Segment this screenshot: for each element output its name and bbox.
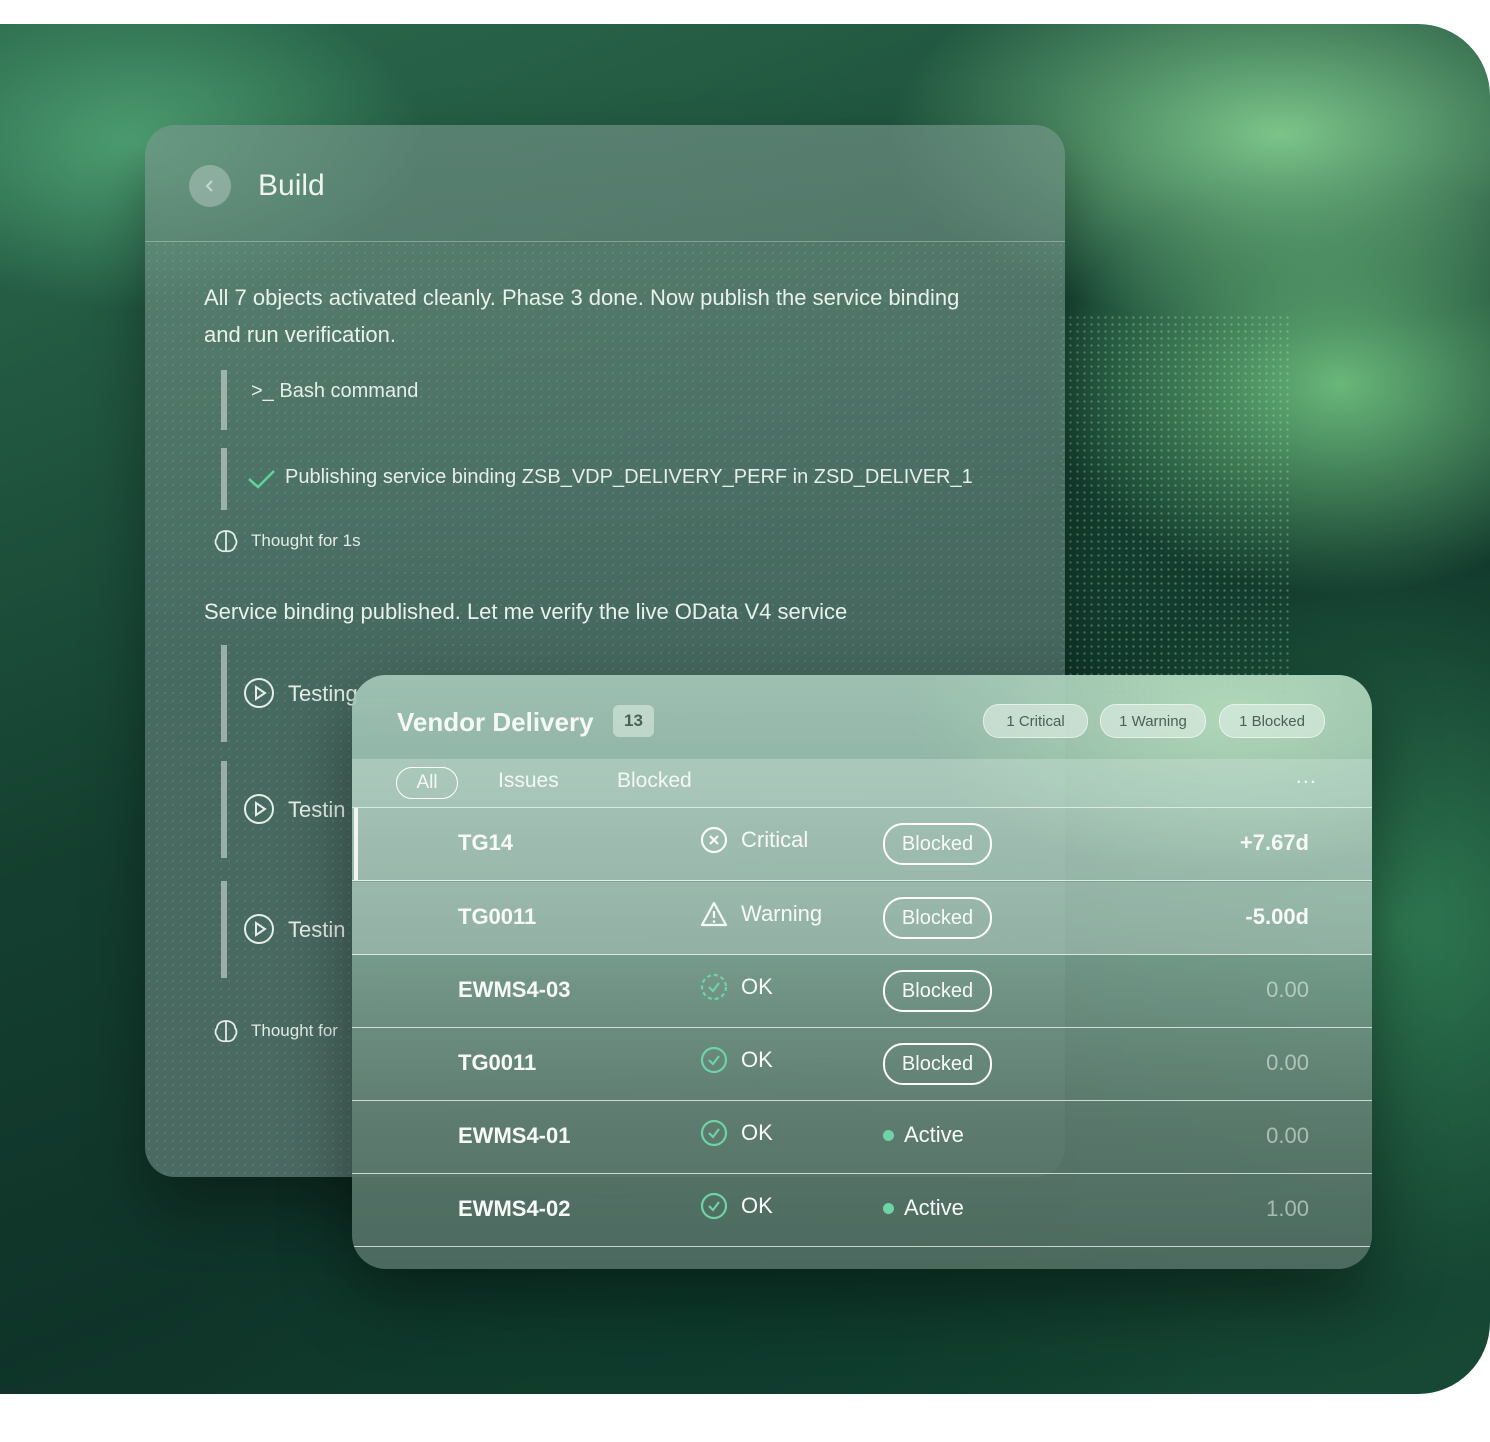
tab-issues[interactable]: Issues bbox=[498, 769, 559, 793]
active-dot-icon bbox=[883, 1129, 894, 1141]
row-value: 1.00 bbox=[1266, 1196, 1309, 1221]
state-label: Active bbox=[904, 1122, 964, 1147]
step-testing-3[interactable]: Testin bbox=[221, 881, 345, 978]
page-title: Build bbox=[258, 169, 325, 202]
filter-tab-bar: All Issues Blocked ... bbox=[352, 759, 1372, 808]
row-status: OK bbox=[700, 973, 773, 1001]
state-badge: Blocked bbox=[883, 897, 992, 939]
chevron-left-icon bbox=[205, 180, 213, 192]
state-active: Active bbox=[883, 1122, 964, 1148]
state-active: Active bbox=[883, 1195, 964, 1221]
row-status: OK bbox=[700, 1192, 773, 1220]
step-testing-3-label: Testin bbox=[288, 917, 346, 942]
vendor-delivery-panel: Vendor Delivery 13 1 Critical 1 Warning … bbox=[352, 675, 1372, 1269]
row-id: TG0011 bbox=[458, 1050, 537, 1075]
blocked-count-pill[interactable]: 1 Blocked bbox=[1219, 704, 1325, 738]
thought-label-2: Thought for bbox=[251, 1021, 338, 1040]
warning-count-pill[interactable]: 1 Warning bbox=[1100, 704, 1206, 738]
play-circle-icon bbox=[244, 914, 274, 944]
check-circle-icon bbox=[700, 1119, 728, 1147]
row-value: +7.67d bbox=[1239, 830, 1309, 855]
step-publish-label: Publishing service binding ZSB_VDP_DELIV… bbox=[285, 466, 973, 488]
table-row[interactable]: EWMS4-01 OK Active 0.00 bbox=[352, 1101, 1372, 1174]
x-circle-icon bbox=[700, 826, 728, 854]
check-circle-icon bbox=[700, 1192, 728, 1220]
table-row[interactable]: EWMS4-03 OK Blocked 0.00 bbox=[352, 955, 1372, 1028]
table-row[interactable]: EWMS4-02 OK Active 1.00 bbox=[352, 1174, 1372, 1247]
step-testing-2-label: Testin bbox=[288, 797, 346, 822]
tab-all[interactable]: All bbox=[396, 767, 458, 799]
background-canvas: Build All 7 objects activated cleanly. P… bbox=[0, 24, 1490, 1394]
warning-triangle-icon bbox=[700, 901, 728, 927]
play-circle-icon bbox=[244, 794, 274, 824]
step-testing-1[interactable]: Testing bbox=[221, 645, 358, 742]
row-status-label: OK bbox=[741, 1193, 773, 1218]
row-status-label: Critical bbox=[741, 827, 809, 852]
table-row[interactable]: TG14 Critical Blocked +7.67d bbox=[352, 808, 1372, 881]
row-value: 0.00 bbox=[1266, 1123, 1309, 1148]
state-label: Active bbox=[904, 1195, 964, 1220]
brain-icon bbox=[214, 1020, 238, 1043]
check-circle-icon bbox=[700, 973, 728, 1001]
build-header: Build bbox=[145, 125, 1065, 242]
row-status-label: OK bbox=[741, 1047, 773, 1072]
step-bash[interactable]: >_ Bash command bbox=[221, 370, 418, 430]
row-status-label: OK bbox=[741, 974, 773, 999]
row-selection-indicator bbox=[354, 808, 358, 880]
table-row[interactable]: TG0011 OK Blocked 0.00 bbox=[352, 1028, 1372, 1101]
thought-row-2[interactable]: Thought for bbox=[213, 1018, 338, 1044]
build-message-2: Service binding published. Let me verify… bbox=[204, 599, 848, 624]
row-value: 0.00 bbox=[1266, 1050, 1309, 1075]
check-circle-icon bbox=[700, 1046, 728, 1074]
play-circle-icon bbox=[244, 678, 274, 708]
step-bash-label: >_ Bash command bbox=[251, 380, 419, 402]
row-status: Warning bbox=[700, 900, 822, 928]
row-status: Critical bbox=[700, 826, 808, 854]
state-badge: Blocked bbox=[883, 823, 992, 865]
vendor-title: Vendor Delivery bbox=[397, 707, 594, 737]
row-id: EWMS4-02 bbox=[458, 1196, 571, 1221]
step-testing-2[interactable]: Testin bbox=[221, 761, 345, 858]
brain-icon bbox=[214, 530, 238, 553]
vendor-count-badge: 13 bbox=[613, 705, 654, 737]
step-testing-1-label: Testing bbox=[288, 681, 358, 706]
thought-row-1[interactable]: Thought for 1s bbox=[213, 528, 361, 554]
more-options-button[interactable]: ... bbox=[1296, 763, 1317, 789]
table-row[interactable]: TG0011 Warning Blocked -5.00d bbox=[352, 882, 1372, 955]
active-dot-icon bbox=[883, 1202, 894, 1214]
thought-label-1: Thought for 1s bbox=[251, 531, 361, 550]
row-value: 0.00 bbox=[1266, 977, 1309, 1002]
state-badge: Blocked bbox=[883, 970, 992, 1012]
row-id: EWMS4-01 bbox=[458, 1123, 571, 1148]
state-badge: Blocked bbox=[883, 1043, 992, 1085]
critical-count-pill[interactable]: 1 Critical bbox=[983, 704, 1088, 738]
back-button[interactable] bbox=[189, 165, 231, 207]
row-status-label: OK bbox=[741, 1120, 773, 1145]
row-status-label: Warning bbox=[741, 901, 823, 926]
build-message-1: All 7 objects activated cleanly. Phase 3… bbox=[204, 285, 960, 347]
step-publish[interactable]: Publishing service binding ZSB_VDP_DELIV… bbox=[221, 448, 973, 510]
dot-pattern bbox=[1060, 314, 1290, 734]
tab-blocked[interactable]: Blocked bbox=[617, 769, 692, 793]
check-icon bbox=[248, 470, 275, 489]
row-id: TG0011 bbox=[458, 904, 537, 929]
row-value: -5.00d bbox=[1245, 904, 1309, 929]
row-status: OK bbox=[700, 1119, 773, 1147]
row-id: EWMS4-03 bbox=[458, 977, 571, 1002]
row-id: TG14 bbox=[458, 830, 514, 855]
row-status: OK bbox=[700, 1046, 773, 1074]
